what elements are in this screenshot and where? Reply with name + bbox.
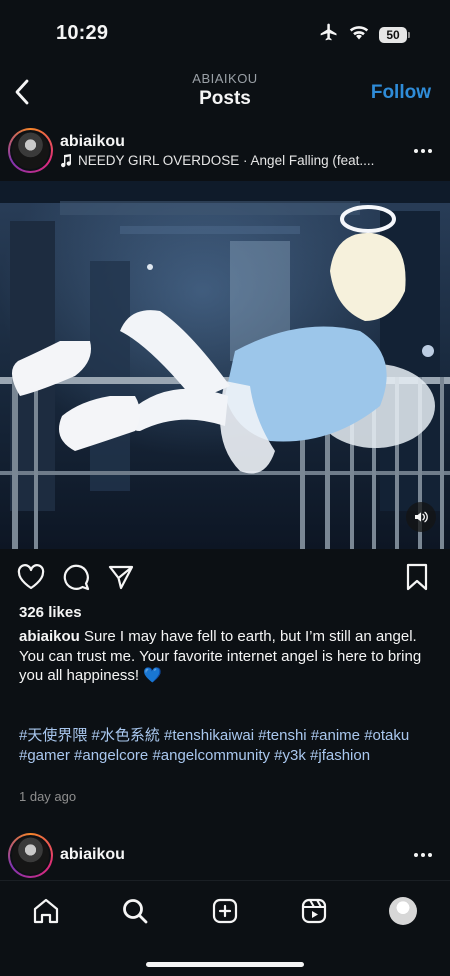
save-button[interactable] (402, 562, 432, 592)
follow-button[interactable]: Follow (371, 82, 431, 104)
home-indicator[interactable] (146, 962, 304, 967)
avatar[interactable] (8, 833, 53, 878)
post-timestamp: 1 day ago (19, 789, 77, 804)
airplane-icon (319, 22, 339, 47)
avatar[interactable] (8, 128, 53, 173)
nav-search[interactable] (119, 895, 151, 927)
hashtag[interactable]: #angelcommunity (152, 747, 270, 764)
status-icons: 50 (319, 22, 410, 47)
hashtag[interactable]: #水色系統 (92, 727, 160, 744)
hashtag[interactable]: #anime (311, 727, 360, 744)
home-icon (33, 898, 59, 924)
status-bar: 10:29 50 (0, 0, 450, 64)
nav-home[interactable] (30, 895, 62, 927)
music-note-icon (61, 153, 72, 167)
posts-header: ABIAIKOU Posts Follow (0, 64, 450, 122)
wifi-icon (349, 24, 369, 45)
battery-level: 50 (379, 26, 407, 43)
status-time: 10:29 (56, 22, 109, 44)
search-icon (123, 899, 148, 924)
profile-avatar (389, 897, 417, 925)
caption-username[interactable]: abiaikou (19, 628, 80, 645)
post-more-button[interactable] (414, 848, 434, 862)
post-header: abiaikou NEEDY GIRL OVERDOSE · Angel Fal… (0, 124, 450, 180)
more-horizontal-icon (414, 149, 418, 153)
bookmark-icon (406, 563, 428, 591)
post-caption: abiaikou Sure I may have fell to earth, … (19, 627, 437, 686)
hashtag[interactable]: #tenshikaiwai (164, 727, 254, 744)
more-horizontal-icon (414, 853, 418, 857)
share-button[interactable] (106, 562, 136, 592)
comment-button[interactable] (61, 562, 91, 592)
post-username[interactable]: abiaikou (60, 846, 125, 864)
post-more-button[interactable] (414, 144, 434, 158)
reels-icon (301, 898, 327, 924)
plus-square-icon (212, 898, 238, 924)
hashtag[interactable]: #otaku (364, 727, 409, 744)
audio-title: NEEDY GIRL OVERDOSE · Angel Falling (fea… (78, 153, 375, 168)
avatar-image (12, 837, 49, 874)
post-username[interactable]: abiaikou (60, 133, 125, 151)
post-photo (0, 181, 450, 549)
nav-create[interactable] (209, 895, 241, 927)
caption-text-2: You can trust me. Your favorite internet… (19, 647, 422, 685)
hashtag[interactable]: #angelcore (74, 747, 148, 764)
post-audio-link[interactable]: NEEDY GIRL OVERDOSE · Angel Falling (fea… (60, 153, 374, 168)
comment-icon (63, 564, 90, 591)
hashtag[interactable]: #jfashion (310, 747, 370, 764)
nav-profile[interactable] (387, 895, 419, 927)
nav-reels[interactable] (298, 895, 330, 927)
hashtag[interactable]: #天使界隈 (19, 727, 87, 744)
avatar-image (12, 132, 49, 169)
like-count[interactable]: 326 likes (19, 604, 82, 621)
caption-text-1: Sure I may have fell to earth, but I’m s… (84, 628, 417, 645)
speaker-icon (415, 511, 428, 523)
battery-indicator: 50 (379, 26, 410, 43)
next-post-header: abiaikou (0, 830, 450, 882)
hashtag[interactable]: #y3k (274, 747, 306, 764)
hashtag[interactable]: #tenshi (258, 727, 306, 744)
post-actions (0, 562, 450, 596)
heart-icon (17, 564, 45, 590)
sound-toggle-button[interactable] (406, 502, 436, 532)
hashtag[interactable]: #gamer (19, 747, 70, 764)
hashtags: #天使界隈 #水色系統 #tenshikaiwai #tenshi #anime… (19, 726, 437, 765)
post-video[interactable] (0, 181, 450, 549)
send-icon (108, 565, 134, 590)
like-button[interactable] (16, 562, 46, 592)
